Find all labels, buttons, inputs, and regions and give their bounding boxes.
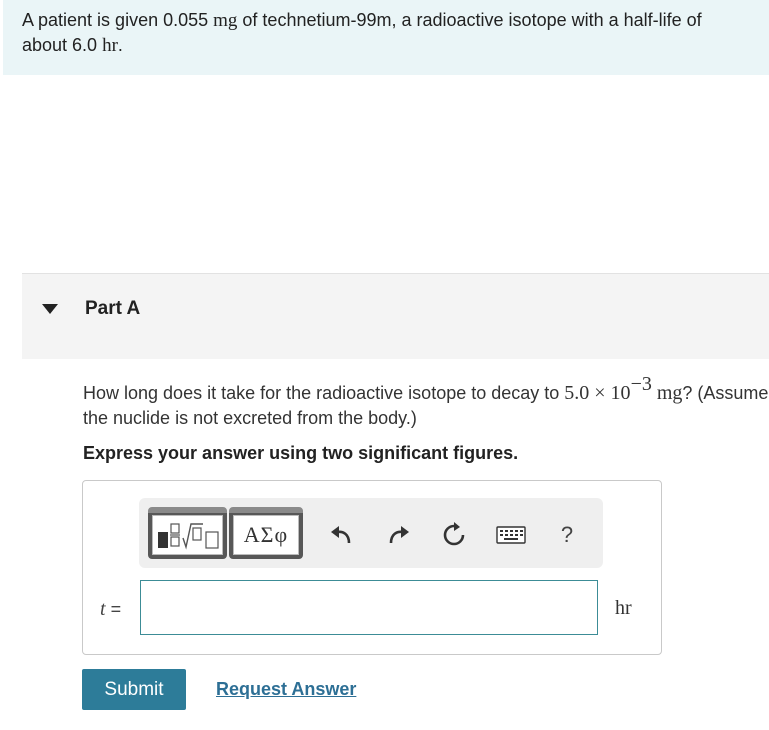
intro-mass-unit: mg (213, 10, 238, 31)
help-button[interactable]: ? (552, 520, 582, 550)
problem-intro: A patient is given 0.055 mg of technetiu… (3, 0, 769, 75)
answer-input[interactable] (140, 580, 598, 635)
redo-icon[interactable] (384, 520, 414, 550)
collapse-caret-icon[interactable] (42, 304, 58, 314)
question-math: 5.0 × 10 (564, 382, 631, 404)
greek-symbols-button[interactable]: ΑΣφ (229, 507, 303, 559)
question-exponent: −3 (630, 373, 652, 395)
greek-label: ΑΣφ (243, 522, 289, 547)
math-toolbar: ΑΣφ ? (139, 498, 603, 568)
request-answer-link[interactable]: Request Answer (216, 679, 356, 700)
intro-text-before: A patient is given 0.055 (22, 10, 214, 30)
undo-icon[interactable] (326, 520, 356, 550)
part-title: Part A (85, 298, 141, 319)
intro-time-unit: hr (102, 35, 118, 56)
answer-unit: hr (615, 597, 632, 619)
keyboard-icon[interactable] (494, 520, 528, 550)
question-text: How long does it take for the radioactiv… (83, 373, 769, 431)
answer-equals: = (105, 599, 122, 619)
reset-icon[interactable] (439, 520, 469, 550)
intro-text-end: . (117, 35, 123, 55)
answer-instruction: Express your answer using two significan… (83, 443, 519, 463)
question-before: How long does it take for the radioactiv… (83, 383, 565, 403)
help-icon: ? (560, 522, 574, 547)
question-unit: mg (651, 382, 683, 404)
templates-button[interactable] (148, 507, 227, 559)
part-a-header[interactable]: Part A (22, 273, 769, 359)
answer-box: ΑΣφ ? t = hr (82, 480, 662, 655)
answer-variable-label: t = (100, 598, 121, 621)
submit-button[interactable]: Submit (82, 669, 186, 710)
templates-icon (152, 515, 223, 555)
